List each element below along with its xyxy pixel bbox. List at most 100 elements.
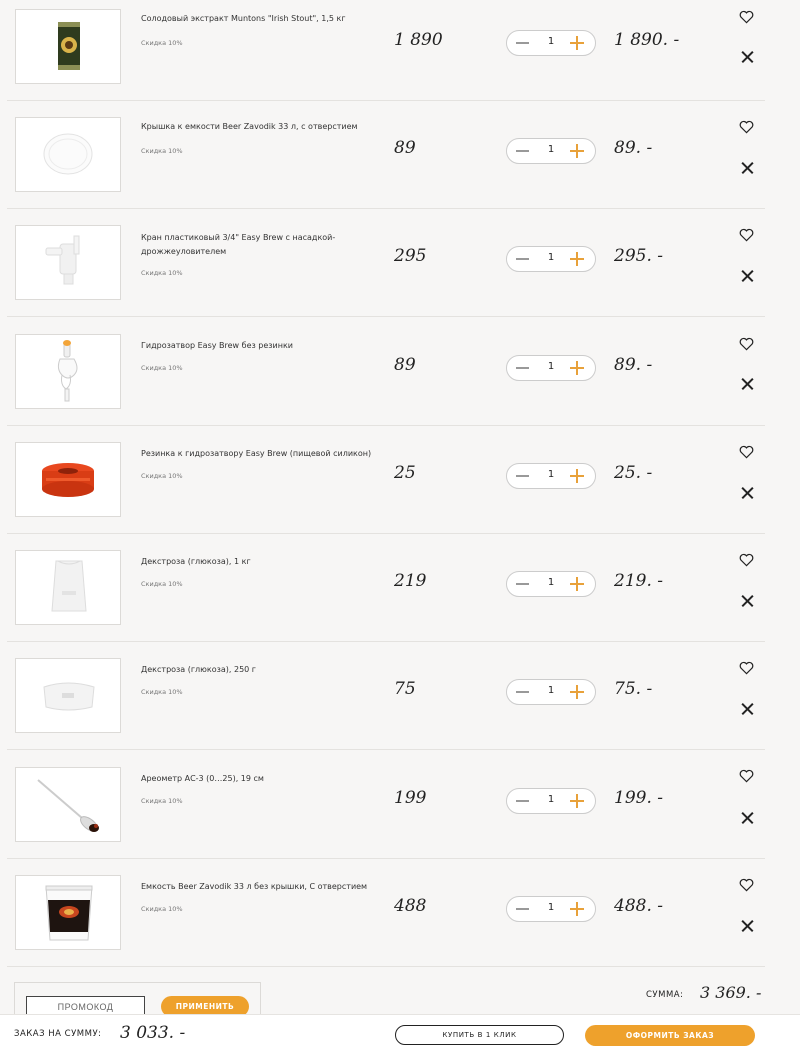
bottom-order-bar: ЗАКАЗ НА СУММУ: 3 033. - КУПИТЬ В 1 КЛИК… <box>0 1014 800 1055</box>
close-icon[interactable] <box>741 595 753 607</box>
close-icon[interactable] <box>741 270 753 282</box>
close-icon[interactable] <box>741 162 753 174</box>
discount-label: Скидка 10% <box>141 905 183 913</box>
quantity-stepper: 1 <box>506 463 596 489</box>
product-image-bucket-lid[interactable] <box>15 117 121 192</box>
close-icon[interactable] <box>741 920 753 932</box>
decrease-button[interactable] <box>516 691 529 693</box>
heart-icon[interactable] <box>739 228 754 242</box>
quantity-value[interactable]: 1 <box>543 902 559 913</box>
cart-item: Кран пластиковый 3/4" Easy Brew с насадк… <box>7 208 765 317</box>
product-image-silicone-grommet[interactable] <box>15 442 121 517</box>
buy-one-click-button[interactable]: КУПИТЬ В 1 КЛИК <box>395 1025 564 1045</box>
quantity-stepper: 1 <box>506 246 596 272</box>
discount-label: Скидка 10% <box>141 797 183 805</box>
product-image-dextrose-1kg[interactable] <box>15 550 121 625</box>
quantity-value[interactable]: 1 <box>543 361 559 372</box>
heart-icon[interactable] <box>739 337 754 351</box>
decrease-button[interactable] <box>516 150 529 152</box>
unit-price: 89 <box>394 138 416 158</box>
line-total: 25. - <box>614 463 653 483</box>
line-total: 219. - <box>614 571 663 591</box>
discount-label: Скидка 10% <box>141 688 183 696</box>
checkout-button[interactable]: ОФОРМИТЬ ЗАКАЗ <box>585 1025 755 1046</box>
quantity-value[interactable]: 1 <box>543 144 559 155</box>
decrease-button[interactable] <box>516 258 529 260</box>
product-name[interactable]: Декстроза (глюкоза), 1 кг <box>141 555 381 569</box>
line-total: 89. - <box>614 138 653 158</box>
heart-icon[interactable] <box>739 445 754 459</box>
heart-icon[interactable] <box>739 769 754 783</box>
cart-item: Резинка к гидрозатвору Easy Brew (пищево… <box>7 425 765 534</box>
discount-label: Скидка 10% <box>141 269 183 277</box>
unit-price: 75 <box>394 679 416 699</box>
increase-button[interactable] <box>570 902 584 916</box>
heart-icon[interactable] <box>739 878 754 892</box>
product-image-hydrometer[interactable] <box>15 767 121 842</box>
product-name[interactable]: Ареометр АС-3 (0…25), 19 см <box>141 772 381 786</box>
cart-item: Ареометр АС-3 (0…25), 19 см Скидка 10% 1… <box>7 750 765 859</box>
unit-price: 295 <box>394 246 427 266</box>
product-name[interactable]: Емкость Beer Zavodik 33 л без крышки, С … <box>141 880 381 894</box>
order-total-value: 3 033. - <box>120 1023 186 1043</box>
unit-price: 89 <box>394 355 416 375</box>
decrease-button[interactable] <box>516 908 529 910</box>
increase-button[interactable] <box>570 577 584 591</box>
quantity-value[interactable]: 1 <box>543 685 559 696</box>
product-image-malt-extract[interactable] <box>15 9 121 84</box>
quantity-stepper: 1 <box>506 571 596 597</box>
discount-label: Скидка 10% <box>141 364 183 372</box>
close-icon[interactable] <box>741 487 753 499</box>
decrease-button[interactable] <box>516 367 529 369</box>
cart-item: Декстроза (глюкоза), 1 кг Скидка 10% 219… <box>7 533 765 642</box>
discount-label: Скидка 10% <box>141 39 183 47</box>
heart-icon[interactable] <box>739 661 754 675</box>
increase-button[interactable] <box>570 469 584 483</box>
quantity-value[interactable]: 1 <box>543 36 559 47</box>
product-image-dextrose-250g[interactable] <box>15 658 121 733</box>
discount-label: Скидка 10% <box>141 472 183 480</box>
close-icon[interactable] <box>741 703 753 715</box>
quantity-stepper: 1 <box>506 30 596 56</box>
cart-item: Гидрозатвор Easy Brew без резинки Скидка… <box>7 317 765 426</box>
unit-price: 1 890 <box>394 30 443 50</box>
close-icon[interactable] <box>741 51 753 63</box>
line-total: 1 890. - <box>614 30 680 50</box>
quantity-value[interactable]: 1 <box>543 794 559 805</box>
line-total: 75. - <box>614 679 653 699</box>
close-icon[interactable] <box>741 378 753 390</box>
close-icon[interactable] <box>741 812 753 824</box>
increase-button[interactable] <box>570 794 584 808</box>
product-name[interactable]: Солодовый экстракт Muntons "Irish Stout"… <box>141 12 381 26</box>
product-name[interactable]: Крышка к емкости Beer Zavodik 33 л, с от… <box>141 120 381 134</box>
increase-button[interactable] <box>570 36 584 50</box>
increase-button[interactable] <box>570 361 584 375</box>
quantity-value[interactable]: 1 <box>543 577 559 588</box>
line-total: 295. - <box>614 246 663 266</box>
product-image-airlock[interactable] <box>15 334 121 409</box>
heart-icon[interactable] <box>739 120 754 134</box>
unit-price: 219 <box>394 571 427 591</box>
decrease-button[interactable] <box>516 583 529 585</box>
order-total-label: ЗАКАЗ НА СУММУ: <box>14 1029 102 1039</box>
product-image-plastic-tap[interactable] <box>15 225 121 300</box>
decrease-button[interactable] <box>516 42 529 44</box>
product-image-fermenter-bucket[interactable] <box>15 875 121 950</box>
unit-price: 25 <box>394 463 416 483</box>
heart-icon[interactable] <box>739 553 754 567</box>
product-name[interactable]: Гидрозатвор Easy Brew без резинки <box>141 339 381 353</box>
increase-button[interactable] <box>570 252 584 266</box>
decrease-button[interactable] <box>516 475 529 477</box>
discount-label: Скидка 10% <box>141 580 183 588</box>
cart-item: Крышка к емкости Beer Zavodik 33 л, с от… <box>7 100 765 209</box>
quantity-value[interactable]: 1 <box>543 252 559 263</box>
product-name[interactable]: Декстроза (глюкоза), 250 г <box>141 663 381 677</box>
heart-icon[interactable] <box>739 10 754 24</box>
quantity-value[interactable]: 1 <box>543 469 559 480</box>
increase-button[interactable] <box>570 685 584 699</box>
product-name[interactable]: Резинка к гидрозатвору Easy Brew (пищево… <box>141 447 381 461</box>
quantity-stepper: 1 <box>506 679 596 705</box>
increase-button[interactable] <box>570 144 584 158</box>
decrease-button[interactable] <box>516 800 529 802</box>
product-name[interactable]: Кран пластиковый 3/4" Easy Brew с насадк… <box>141 231 381 259</box>
